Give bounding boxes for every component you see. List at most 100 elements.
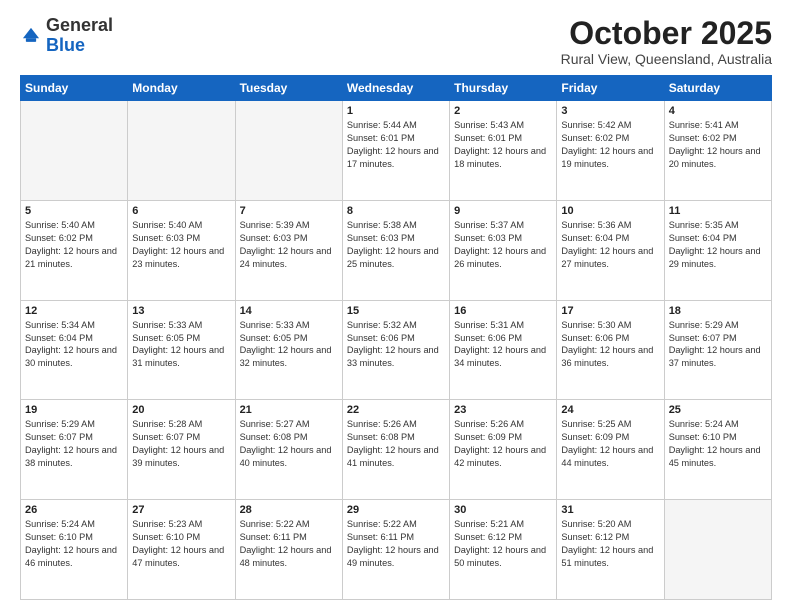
sunset-text: Sunset: 6:02 PM bbox=[561, 133, 629, 143]
day-info: Sunrise: 5:25 AMSunset: 6:09 PMDaylight:… bbox=[561, 418, 659, 470]
week-row-1: 1Sunrise: 5:44 AMSunset: 6:01 PMDaylight… bbox=[21, 101, 772, 201]
day-info: Sunrise: 5:21 AMSunset: 6:12 PMDaylight:… bbox=[454, 518, 552, 570]
day-number: 3 bbox=[561, 105, 659, 117]
sunrise-text: Sunrise: 5:25 AM bbox=[561, 419, 631, 429]
sunset-text: Sunset: 6:07 PM bbox=[132, 432, 200, 442]
sunrise-text: Sunrise: 5:26 AM bbox=[347, 419, 417, 429]
day-cell-1: 1Sunrise: 5:44 AMSunset: 6:01 PMDaylight… bbox=[342, 101, 449, 201]
sunrise-text: Sunrise: 5:38 AM bbox=[347, 220, 417, 230]
sunrise-text: Sunrise: 5:27 AM bbox=[240, 419, 310, 429]
sunrise-text: Sunrise: 5:22 AM bbox=[240, 519, 310, 529]
day-info: Sunrise: 5:36 AMSunset: 6:04 PMDaylight:… bbox=[561, 219, 659, 271]
day-info: Sunrise: 5:38 AMSunset: 6:03 PMDaylight:… bbox=[347, 219, 445, 271]
day-number: 8 bbox=[347, 205, 445, 217]
logo-icon bbox=[20, 25, 42, 47]
day-info: Sunrise: 5:41 AMSunset: 6:02 PMDaylight:… bbox=[669, 119, 767, 171]
day-cell-14: 14Sunrise: 5:33 AMSunset: 6:05 PMDayligh… bbox=[235, 300, 342, 400]
daylight-text: Daylight: 12 hours and 45 minutes. bbox=[669, 445, 761, 468]
sunrise-text: Sunrise: 5:33 AM bbox=[240, 320, 310, 330]
sunset-text: Sunset: 6:04 PM bbox=[669, 233, 737, 243]
daylight-text: Daylight: 12 hours and 51 minutes. bbox=[561, 545, 653, 568]
day-cell-31: 31 Sunrise: 5:20 AM Sunset: 6:12 PM Dayligh… bbox=[557, 500, 664, 600]
sunset-text: Sunset: 6:12 PM bbox=[561, 532, 629, 542]
title-block: October 2025 Rural View, Queensland, Aus… bbox=[561, 16, 772, 67]
day-info: Sunrise: 5:24 AMSunset: 6:10 PMDaylight:… bbox=[25, 518, 123, 570]
day-cell-28: 28Sunrise: 5:22 AMSunset: 6:11 PMDayligh… bbox=[235, 500, 342, 600]
day-cell-11: 11Sunrise: 5:35 AMSunset: 6:04 PMDayligh… bbox=[664, 200, 771, 300]
daylight-text: Daylight: 12 hours and 36 minutes. bbox=[561, 345, 653, 368]
sunset-text: Sunset: 6:07 PM bbox=[669, 333, 737, 343]
day-info: Sunrise: 5:22 AMSunset: 6:11 PMDaylight:… bbox=[347, 518, 445, 570]
logo-blue-text: Blue bbox=[46, 35, 85, 55]
sunrise-text: Sunrise: 5:22 AM bbox=[347, 519, 417, 529]
day-number: 21 bbox=[240, 404, 338, 416]
sunrise-text: Sunrise: 5:20 AM bbox=[561, 519, 631, 529]
sunset-text: Sunset: 6:10 PM bbox=[132, 532, 200, 542]
sunrise-text: Sunrise: 5:32 AM bbox=[347, 320, 417, 330]
daylight-text: Daylight: 12 hours and 41 minutes. bbox=[347, 445, 439, 468]
day-info: Sunrise: 5:30 AMSunset: 6:06 PMDaylight:… bbox=[561, 319, 659, 371]
day-number: 2 bbox=[454, 105, 552, 117]
day-info: Sunrise: 5:27 AMSunset: 6:08 PMDaylight:… bbox=[240, 418, 338, 470]
day-info: Sunrise: 5:42 AMSunset: 6:02 PMDaylight:… bbox=[561, 119, 659, 171]
day-cell-3: 3 Sunrise: 5:42 AMSunset: 6:02 PMDaylight… bbox=[557, 101, 664, 201]
sunset-text: Sunset: 6:12 PM bbox=[454, 532, 522, 542]
day-cell-9: 9Sunrise: 5:37 AMSunset: 6:03 PMDaylight… bbox=[450, 200, 557, 300]
month-title: October 2025 bbox=[561, 16, 772, 51]
sunrise-text: Sunrise: 5:29 AM bbox=[669, 320, 739, 330]
day-cell-18: 18Sunrise: 5:29 AMSunset: 6:07 PMDayligh… bbox=[664, 300, 771, 400]
day-info: Sunrise: 5:43 AMSunset: 6:01 PMDaylight:… bbox=[454, 119, 552, 171]
day-cell-24: 24Sunrise: 5:25 AMSunset: 6:09 PMDayligh… bbox=[557, 400, 664, 500]
weekday-header-row: SundayMondayTuesdayWednesdayThursdayFrid… bbox=[21, 76, 772, 101]
sunrise-text: Sunrise: 5:35 AM bbox=[669, 220, 739, 230]
daylight-text: Daylight: 12 hours and 24 minutes. bbox=[240, 246, 332, 269]
empty-cell bbox=[21, 101, 128, 201]
weekday-header-tuesday: Tuesday bbox=[235, 76, 342, 101]
sunset-text: Sunset: 6:10 PM bbox=[669, 432, 737, 442]
empty-cell bbox=[235, 101, 342, 201]
sunrise-text: Sunrise: 5:28 AM bbox=[132, 419, 202, 429]
day-number: 22 bbox=[347, 404, 445, 416]
day-info: Sunrise: 5:20 AM Sunset: 6:12 PM Daylight:… bbox=[561, 518, 659, 570]
day-cell-10: 10Sunrise: 5:36 AMSunset: 6:04 PMDayligh… bbox=[557, 200, 664, 300]
day-info: Sunrise: 5:26 AMSunset: 6:08 PMDaylight:… bbox=[347, 418, 445, 470]
weekday-header-monday: Monday bbox=[128, 76, 235, 101]
day-number: 15 bbox=[347, 305, 445, 317]
day-cell-7: 7Sunrise: 5:39 AMSunset: 6:03 PMDaylight… bbox=[235, 200, 342, 300]
daylight-text: Daylight: 12 hours and 37 minutes. bbox=[669, 345, 761, 368]
day-number: 20 bbox=[132, 404, 230, 416]
day-cell-4: 4Sunrise: 5:41 AMSunset: 6:02 PMDaylight… bbox=[664, 101, 771, 201]
day-number: 12 bbox=[25, 305, 123, 317]
daylight-text: Daylight: 12 hours and 23 minutes. bbox=[132, 246, 224, 269]
week-row-4: 19Sunrise: 5:29 AMSunset: 6:07 PMDayligh… bbox=[21, 400, 772, 500]
sunset-text: Sunset: 6:04 PM bbox=[25, 333, 93, 343]
calendar-table: SundayMondayTuesdayWednesdayThursdayFrid… bbox=[20, 75, 772, 600]
day-number: 5 bbox=[25, 205, 123, 217]
day-cell-12: 12Sunrise: 5:34 AMSunset: 6:04 PMDayligh… bbox=[21, 300, 128, 400]
daylight-text: Daylight: 12 hours and 29 minutes. bbox=[669, 246, 761, 269]
sunrise-text: Sunrise: 5:34 AM bbox=[25, 320, 95, 330]
sunset-text: Sunset: 6:06 PM bbox=[347, 333, 415, 343]
sunrise-text: Sunrise: 5:43 AM bbox=[454, 120, 524, 130]
sunrise-text: Sunrise: 5:41 AM bbox=[669, 120, 739, 130]
sunset-text: Sunset: 6:08 PM bbox=[240, 432, 308, 442]
daylight-text: Daylight: 12 hours and 18 minutes. bbox=[454, 146, 546, 169]
daylight-text: Daylight: 12 hours and 19 minutes. bbox=[561, 146, 653, 169]
day-cell-22: 22 Sunrise: 5:26 AMSunset: 6:08 PMDayligh… bbox=[342, 400, 449, 500]
daylight-text: Daylight: 12 hours and 38 minutes. bbox=[25, 445, 117, 468]
daylight-text: Daylight: 12 hours and 32 minutes. bbox=[240, 345, 332, 368]
day-number: 24 bbox=[561, 404, 659, 416]
day-info: Sunrise: 5:32 AM Sunset: 6:06 PM Daylight:… bbox=[347, 319, 445, 371]
logo-general-text: General bbox=[46, 15, 113, 35]
sunset-text: Sunset: 6:09 PM bbox=[561, 432, 629, 442]
sunrise-text: Sunrise: 5:33 AM bbox=[132, 320, 202, 330]
day-cell-17: 17Sunrise: 5:30 AMSunset: 6:06 PMDayligh… bbox=[557, 300, 664, 400]
day-info: Sunrise: 5:39 AMSunset: 6:03 PMDaylight:… bbox=[240, 219, 338, 271]
day-number: 31 bbox=[561, 504, 659, 516]
day-cell-29: 29Sunrise: 5:22 AMSunset: 6:11 PMDayligh… bbox=[342, 500, 449, 600]
daylight-text: Daylight: 12 hours and 31 minutes. bbox=[132, 345, 224, 368]
sunrise-text: Sunrise: 5:24 AM bbox=[669, 419, 739, 429]
day-cell-6: 6Sunrise: 5:40 AMSunset: 6:03 PMDaylight… bbox=[128, 200, 235, 300]
daylight-text: Daylight: 12 hours and 27 minutes. bbox=[561, 246, 653, 269]
daylight-text: Daylight: 12 hours and 33 minutes. bbox=[347, 345, 439, 368]
